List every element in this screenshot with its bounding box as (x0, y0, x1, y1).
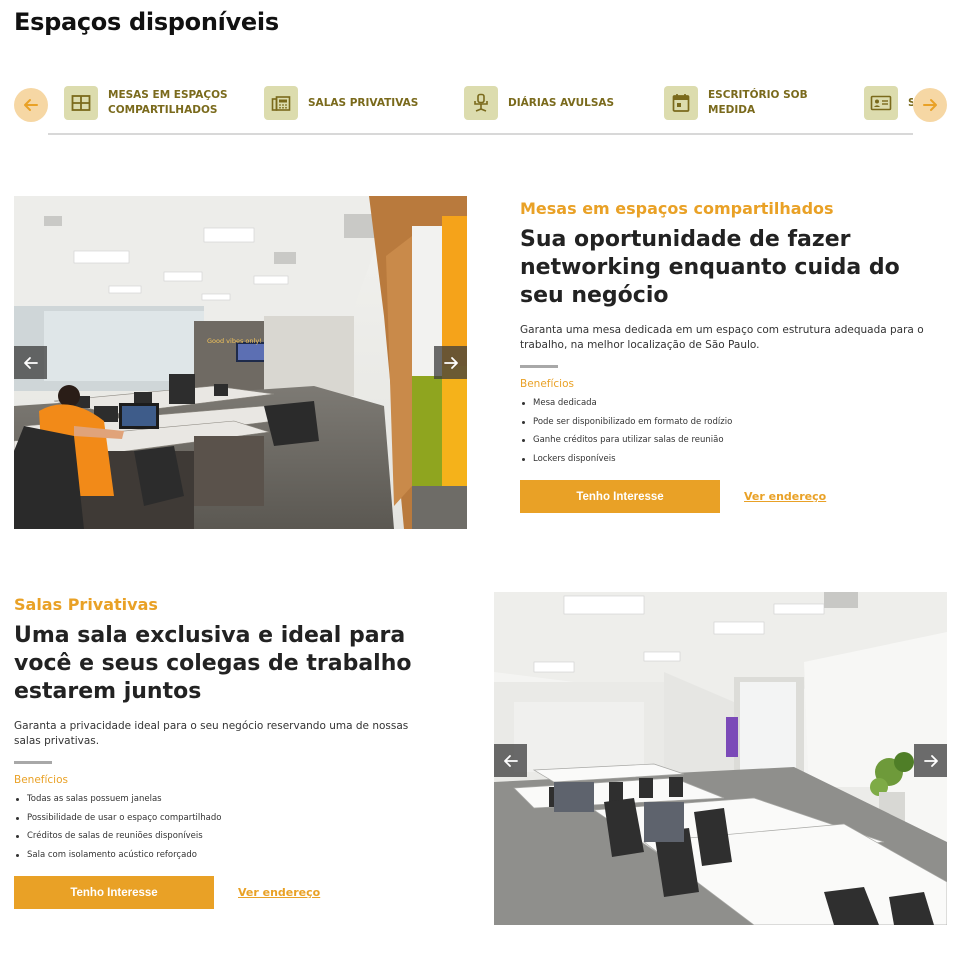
category-item-escritorio[interactable]: Escritório sob medida (664, 86, 838, 120)
card-mesas-content: Mesas em espaços compartilhados Sua opor… (520, 199, 950, 513)
benefit-item: Ganhe créditos para utilizar salas de re… (520, 435, 950, 454)
benefit-item: Lockers disponíveis (520, 454, 950, 473)
coworking-photo: Good vibes only! (14, 196, 467, 529)
id-card-icon (864, 86, 898, 120)
carousel-next-button[interactable] (913, 88, 947, 122)
image-next-button[interactable] (914, 744, 947, 777)
image-prev-button[interactable] (494, 744, 527, 777)
arrow-right-icon (923, 754, 938, 767)
divider (520, 365, 558, 368)
benefits-title: Benefícios (14, 774, 68, 786)
image-prev-button[interactable] (14, 346, 47, 379)
office-chair-icon (464, 86, 498, 120)
category-item-salas[interactable]: Salas privativas (264, 86, 438, 120)
category-item-diarias[interactable]: Diárias avulsas (464, 86, 638, 120)
category-active-underline (48, 133, 913, 135)
arrow-left-icon (23, 356, 38, 369)
calendar-icon (664, 86, 698, 120)
category-carousel: Mesas em espaços compartilhados Salas pr… (14, 86, 947, 136)
card-description: Garanta uma mesa dedicada em um espaço c… (520, 324, 924, 351)
card-headline: Uma sala exclusiva e ideal para você e s… (14, 623, 412, 704)
category-item-mesas[interactable]: Mesas em espaços compartilhados (64, 86, 238, 120)
category-label: Salas privativas (308, 96, 419, 109)
table-grid-icon (64, 86, 98, 120)
benefit-item: Todas as salas possuem janelas (14, 794, 444, 813)
card-headline: Sua oportunidade de fazer networking enq… (520, 227, 900, 308)
divider (14, 761, 52, 764)
benefits-title: Benefícios (520, 378, 574, 390)
arrow-left-icon (24, 99, 38, 111)
category-list: Mesas em espaços compartilhados Salas pr… (64, 86, 913, 126)
category-label: Escritório sob medida (708, 89, 808, 116)
category-label: Diárias avulsas (508, 96, 615, 109)
carousel-prev-button[interactable] (14, 88, 48, 122)
cta-row: Tenho Interesse Ver endereço (520, 480, 950, 513)
benefit-item: Mesa dedicada (520, 398, 950, 417)
cta-row: Tenho Interesse Ver endereço (14, 876, 444, 909)
interest-button[interactable]: Tenho Interesse (14, 876, 214, 909)
image-next-button[interactable] (434, 346, 467, 379)
card-eyebrow: Mesas em espaços compartilhados (520, 199, 834, 218)
private-room-photo (494, 592, 947, 925)
good-vibes-sign: Good vibes only! (207, 337, 262, 345)
interest-button[interactable]: Tenho Interesse (520, 480, 720, 513)
page-title: Espaços disponíveis (14, 8, 279, 36)
coworking-photo-slider: Good vibes only! (14, 196, 467, 529)
fax-machine-icon (264, 86, 298, 120)
card-salas-content: Salas Privativas Uma sala exclusiva e id… (14, 595, 444, 909)
category-item-partial[interactable]: S (864, 86, 913, 120)
benefits-list: Todas as salas possuem janelas Possibili… (14, 794, 444, 868)
card-eyebrow: Salas Privativas (14, 595, 158, 614)
private-room-photo-slider (494, 592, 947, 925)
benefit-item: Créditos de salas de reuniões disponívei… (14, 831, 444, 850)
category-label: Mesas em espaços compartilhados (108, 89, 228, 116)
card-description: Garanta a privacidade ideal para o seu n… (14, 720, 409, 747)
benefit-item: Sala com isolamento acústico reforçado (14, 850, 444, 869)
arrow-left-icon (503, 754, 518, 767)
benefits-list: Mesa dedicada Pode ser disponibilizado e… (520, 398, 950, 472)
arrow-right-icon (443, 356, 458, 369)
view-address-link[interactable]: Ver endereço (744, 490, 826, 503)
view-address-link[interactable]: Ver endereço (238, 886, 320, 899)
arrow-right-icon (923, 99, 937, 111)
benefit-item: Pode ser disponibilizado em formato de r… (520, 417, 950, 436)
benefit-item: Possibilidade de usar o espaço compartil… (14, 813, 444, 832)
